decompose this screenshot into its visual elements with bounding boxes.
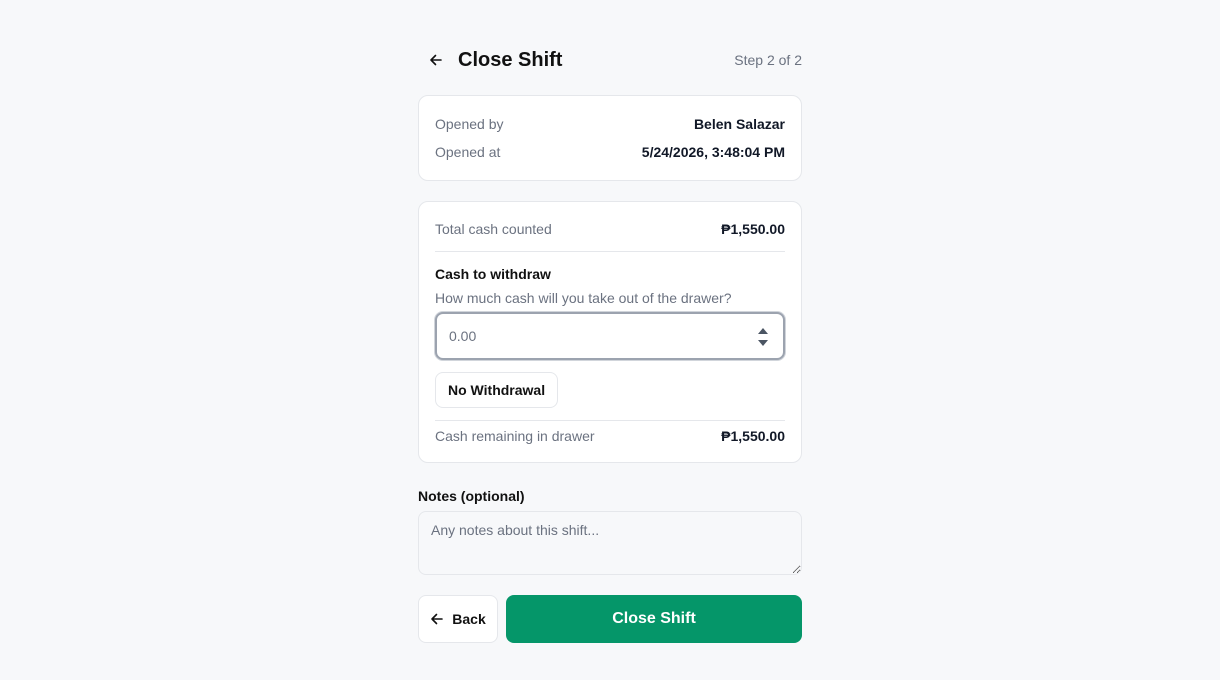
divider (435, 251, 785, 252)
cash-card: Total cash counted ₱1,550.00 Cash to wit… (418, 201, 802, 463)
notes-textarea[interactable] (418, 511, 802, 575)
close-shift-panel: Close Shift Step 2 of 2 Opened by Belen … (418, 40, 802, 643)
remaining-cash-value: ₱1,550.00 (721, 428, 785, 444)
withdraw-amount-input[interactable] (437, 314, 783, 358)
close-shift-button[interactable]: Close Shift (506, 595, 802, 643)
opened-at-row: Opened at 5/24/2026, 3:48:04 PM (435, 138, 785, 166)
step-indicator: Step 2 of 2 (734, 52, 802, 68)
opened-by-value: Belen Salazar (693, 116, 785, 132)
divider (435, 420, 785, 421)
total-cash-value: ₱1,550.00 (721, 221, 785, 237)
opened-at-value: 5/24/2026, 3:48:04 PM (641, 144, 785, 160)
withdraw-help-text: How much cash will you take out of the d… (435, 290, 732, 306)
arrow-left-icon (431, 613, 444, 625)
action-bar: Back Close Shift (418, 595, 802, 643)
page-header: Close Shift Step 2 of 2 (418, 40, 802, 80)
back-arrow-icon[interactable] (422, 46, 450, 74)
remaining-cash-label: Cash remaining in drawer (435, 428, 595, 444)
total-cash-label: Total cash counted (435, 221, 552, 237)
total-cash-row: Total cash counted ₱1,550.00 (435, 216, 785, 242)
back-button[interactable]: Back (418, 595, 498, 643)
no-withdrawal-button[interactable]: No Withdrawal (435, 372, 559, 408)
withdraw-amount-field (435, 312, 785, 360)
opened-by-row: Opened by Belen Salazar (435, 110, 785, 138)
remaining-cash-row: Cash remaining in drawer ₱1,550.00 (435, 422, 785, 450)
back-button-label: Back (452, 611, 486, 627)
withdraw-title: Cash to withdraw (435, 266, 551, 282)
number-spinner-icon[interactable] (757, 328, 769, 346)
notes-label: Notes (optional) (418, 488, 525, 504)
spinner-down-icon[interactable] (758, 340, 768, 346)
spinner-up-icon[interactable] (758, 328, 768, 334)
opened-at-label: Opened at (435, 144, 501, 160)
page-title: Close Shift (458, 48, 563, 71)
opened-by-label: Opened by (435, 116, 504, 132)
header-left: Close Shift (418, 46, 562, 74)
shift-info-card: Opened by Belen Salazar Opened at 5/24/2… (418, 95, 802, 181)
